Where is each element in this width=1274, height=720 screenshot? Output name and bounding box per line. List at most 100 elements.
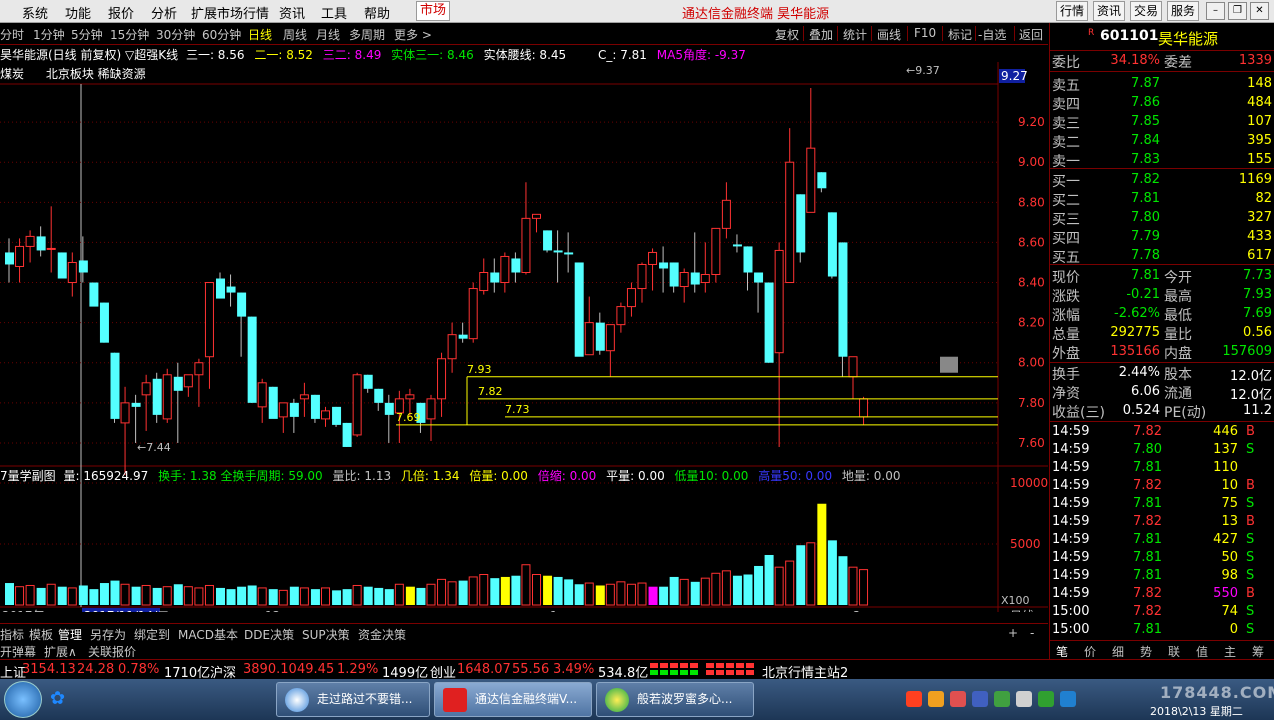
right-tab[interactable]: 值 bbox=[1196, 643, 1208, 660]
ask-label: 卖五 bbox=[1052, 78, 1080, 94]
right-tab[interactable]: 主 bbox=[1224, 643, 1236, 660]
vol-v7: 倍缩: 0.00 bbox=[537, 469, 597, 483]
candle bbox=[743, 246, 753, 291]
period-more[interactable]: 更多 > bbox=[394, 26, 432, 43]
menu-extended-market[interactable]: 扩展市场行情 bbox=[191, 3, 269, 22]
fund-label: 净资 bbox=[1052, 386, 1080, 402]
ask-volume: 395 bbox=[1247, 133, 1272, 148]
tool-draw[interactable]: 画线 bbox=[877, 26, 901, 43]
minimize-icon[interactable]: – bbox=[1206, 2, 1225, 20]
tray-app-icon-4[interactable] bbox=[994, 691, 1010, 707]
volume-bar bbox=[669, 576, 679, 605]
period-60min[interactable]: 60分钟 bbox=[202, 26, 241, 43]
tool-overlay[interactable]: 叠加 bbox=[809, 26, 833, 43]
tool-f10[interactable]: F10 bbox=[914, 26, 936, 40]
x-label-jan: 1 bbox=[550, 609, 558, 612]
right-tab[interactable]: 联 bbox=[1168, 643, 1180, 660]
volume-bar bbox=[458, 580, 468, 605]
tray-app-icon[interactable] bbox=[928, 691, 944, 707]
zoom-in-button[interactable]: + bbox=[1008, 626, 1018, 640]
network-icon[interactable] bbox=[1060, 691, 1076, 707]
period-1min[interactable]: 1分钟 bbox=[33, 26, 65, 43]
tick-volume: 427 bbox=[1213, 532, 1238, 547]
tool-favorite[interactable]: -自选 bbox=[978, 26, 1006, 43]
tray-app-icon-5[interactable] bbox=[1016, 691, 1032, 707]
task-browser[interactable]: 走过路过不要错... bbox=[276, 682, 430, 717]
menu-analysis[interactable]: 分析 bbox=[151, 3, 177, 22]
menu-function[interactable]: 功能 bbox=[65, 3, 91, 22]
candle-body bbox=[342, 422, 352, 447]
tool-stats[interactable]: 统计 bbox=[843, 26, 867, 43]
watermark: 178448.COM bbox=[1160, 683, 1274, 702]
volume-bar bbox=[584, 582, 594, 606]
candle-body bbox=[479, 272, 489, 292]
period-weekly[interactable]: 周线 bbox=[283, 26, 307, 43]
trade-button[interactable]: 交易 bbox=[1130, 1, 1162, 21]
menu-system[interactable]: 系统 bbox=[22, 3, 48, 22]
related-quote-button[interactable]: 关联报价 bbox=[88, 643, 136, 660]
security-icon[interactable] bbox=[1038, 691, 1054, 707]
fund-value: 11.2 bbox=[1243, 403, 1272, 418]
market-button[interactable]: 市场 bbox=[416, 1, 450, 21]
tool-adjust[interactable]: 复权 bbox=[775, 26, 799, 43]
kline-chart[interactable]: 7.93 7.827.73 7.69 ←9.37 ←7.44 10000 5000 X100… bbox=[0, 62, 1048, 612]
candle-body bbox=[15, 245, 25, 267]
period-5min[interactable]: 5分钟 bbox=[71, 26, 103, 43]
ask-price: 7.83 bbox=[1131, 152, 1160, 167]
volume-bar bbox=[216, 587, 225, 605]
task-tdx[interactable]: 通达信金融终端V... bbox=[434, 682, 592, 717]
news-button[interactable]: 资讯 bbox=[1093, 1, 1125, 21]
tray-app-icon-3[interactable] bbox=[972, 691, 988, 707]
tray-app-icon-2[interactable] bbox=[950, 691, 966, 707]
period-multi[interactable]: 多周期 bbox=[349, 26, 385, 43]
baidu-paw-icon[interactable]: ✿ bbox=[50, 688, 74, 710]
candle-body bbox=[384, 402, 394, 415]
indicator-type[interactable]: ▽超强K线 bbox=[125, 48, 178, 62]
period-daily[interactable]: 日线 bbox=[248, 26, 272, 43]
vol-indicator-name[interactable]: 7量学副图 bbox=[0, 469, 56, 483]
tick-volume: 137 bbox=[1213, 442, 1238, 457]
tick-price: 7.81 bbox=[1133, 532, 1162, 547]
candle bbox=[817, 172, 827, 193]
close-icon[interactable]: ✕ bbox=[1250, 2, 1269, 20]
menu-tools[interactable]: 工具 bbox=[321, 3, 347, 22]
tool-back[interactable]: 返回 bbox=[1019, 26, 1043, 43]
candle bbox=[332, 406, 342, 427]
sogou-icon[interactable] bbox=[906, 691, 922, 707]
indicator-s2: 二一: 8.52 bbox=[254, 48, 313, 62]
candle bbox=[162, 368, 172, 423]
service-button[interactable]: 服务 bbox=[1167, 1, 1199, 21]
app-title: 通达信金融终端 昊华能源 bbox=[682, 7, 830, 22]
period-timeshare[interactable]: 分时 bbox=[0, 26, 24, 43]
zoom-out-button[interactable]: - bbox=[1030, 626, 1034, 640]
candle-body bbox=[806, 147, 816, 213]
period-15min[interactable]: 15分钟 bbox=[110, 26, 149, 43]
right-tab[interactable]: 势 bbox=[1140, 643, 1152, 660]
quotes-button[interactable]: 行情 bbox=[1056, 1, 1088, 21]
menu-quote[interactable]: 报价 bbox=[108, 3, 134, 22]
volume-bar bbox=[352, 584, 362, 606]
candle bbox=[321, 406, 330, 427]
period-30min[interactable]: 30分钟 bbox=[156, 26, 195, 43]
right-tab[interactable]: 价 bbox=[1084, 643, 1096, 660]
fund-value: 12.0亿 bbox=[1230, 369, 1272, 384]
restore-icon[interactable]: ❐ bbox=[1228, 2, 1247, 20]
candle-body bbox=[226, 286, 236, 293]
volume-bar bbox=[194, 587, 204, 606]
task-music[interactable]: 般若波罗蜜多心... bbox=[596, 682, 754, 717]
candle bbox=[511, 252, 521, 283]
candle bbox=[374, 388, 384, 411]
period-monthly[interactable]: 月线 bbox=[316, 26, 340, 43]
tool-mark[interactable]: 标记 bbox=[948, 26, 972, 43]
right-tab[interactable]: 筹 bbox=[1252, 643, 1264, 660]
start-button[interactable] bbox=[4, 681, 42, 718]
danmaku-toggle[interactable]: 开弹幕 bbox=[0, 643, 36, 660]
right-tab[interactable]: 细 bbox=[1112, 643, 1124, 660]
right-tab[interactable]: 笔 bbox=[1056, 643, 1068, 660]
latest-marker bbox=[940, 356, 958, 373]
menu-news[interactable]: 资讯 bbox=[279, 3, 305, 22]
candle-body bbox=[743, 246, 753, 273]
expand-button[interactable]: 扩展∧ bbox=[44, 643, 77, 660]
candle-body bbox=[268, 386, 278, 419]
menu-help[interactable]: 帮助 bbox=[364, 3, 390, 22]
